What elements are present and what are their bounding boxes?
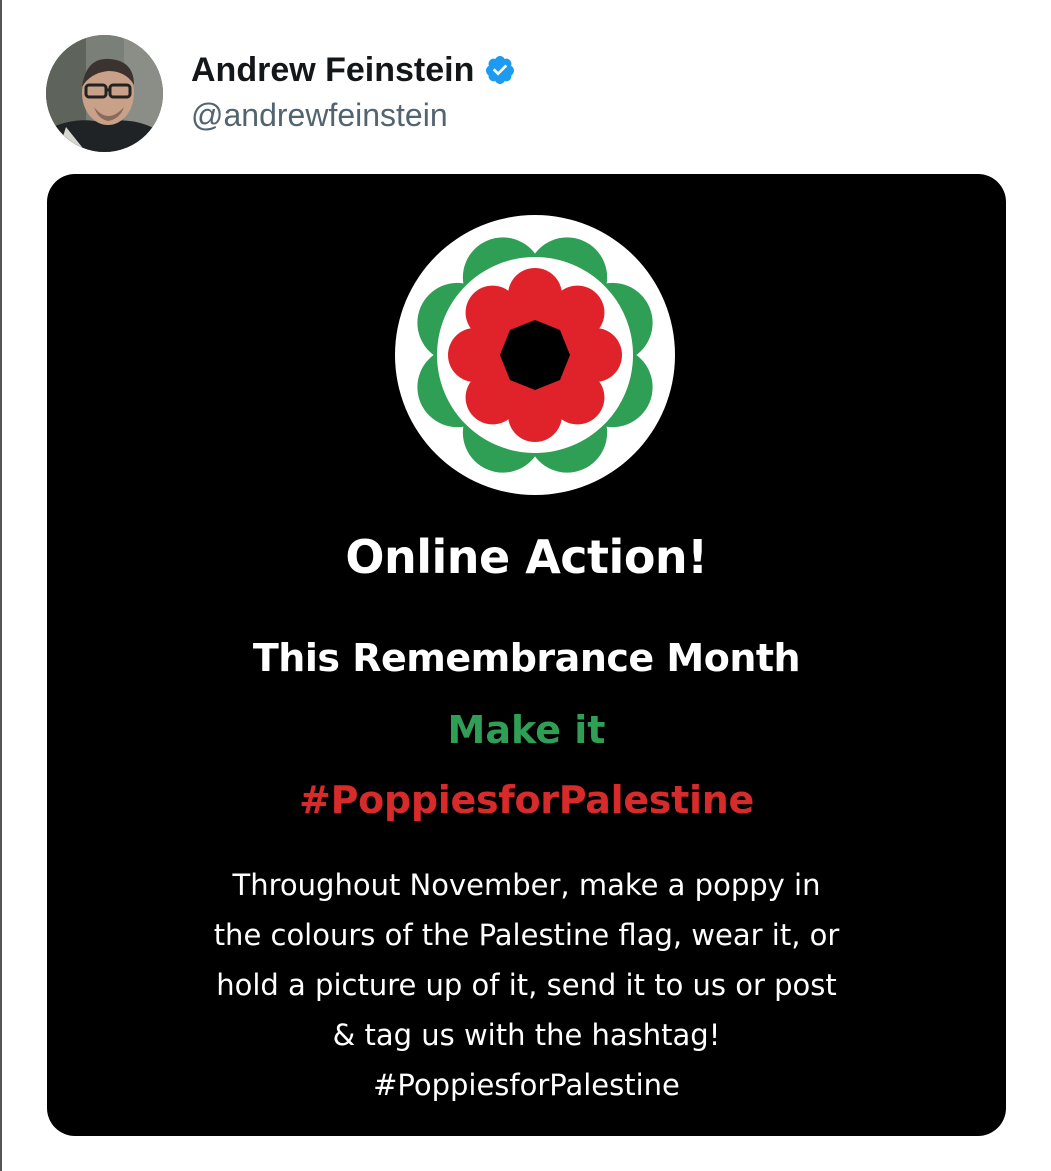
body-line: Throughout November, make a poppy in (232, 868, 821, 902)
display-name[interactable]: Andrew Feinstein (191, 51, 474, 89)
body-hashtag: #PoppiesforPalestine (373, 1068, 680, 1102)
left-border (0, 0, 2, 1171)
avatar[interactable] (46, 34, 163, 152)
tweet-header: Andrew Feinstein @andrewfeinstein (46, 28, 516, 158)
hashtag-heading: #PoppiesforPalestine (299, 778, 754, 822)
subheadline: This Remembrance Month (252, 636, 801, 680)
palestine-poppy-icon (395, 215, 675, 495)
body-line: & tag us with the hashtag! (332, 1018, 721, 1052)
body-line: the colours of the Palestine flag, wear … (213, 918, 840, 952)
author-names: Andrew Feinstein @andrewfeinstein (191, 51, 516, 134)
headline: Online Action! (345, 530, 708, 584)
body-text: Throughout November, make a poppy in the… (150, 860, 903, 1110)
handle[interactable]: @andrewfeinstein (191, 97, 516, 134)
name-row: Andrew Feinstein (191, 51, 516, 89)
avatar-image (46, 34, 163, 152)
verified-badge-icon (484, 54, 516, 86)
body-line: hold a picture up of it, send it to us o… (216, 968, 837, 1002)
make-it-text: Make it (447, 708, 606, 752)
